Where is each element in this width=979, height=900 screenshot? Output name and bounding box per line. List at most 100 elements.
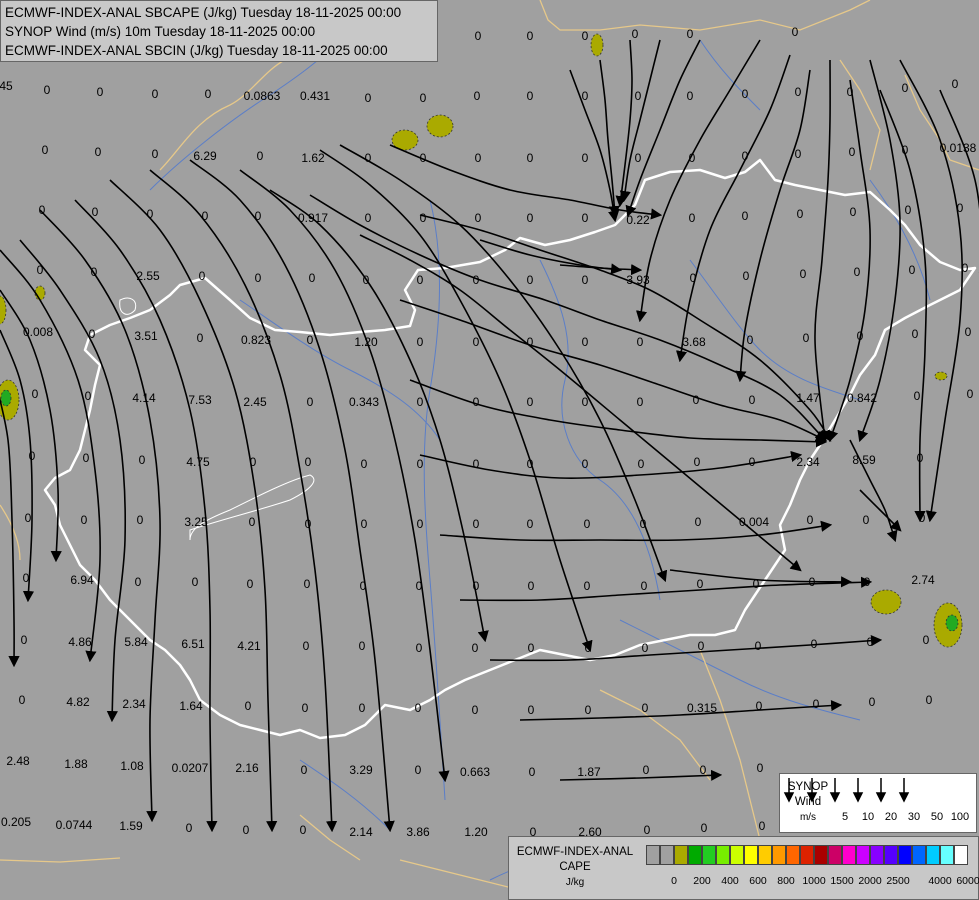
cape-value-label: 0	[585, 641, 592, 655]
cape-value-label: 3.51	[134, 329, 158, 343]
cape-value-label: 0	[89, 327, 96, 341]
cape-value-label: 0	[417, 395, 424, 409]
cape-value-label: 0	[202, 209, 209, 223]
cape-value-label: 0	[644, 823, 651, 837]
cape-value-label: 0	[416, 579, 423, 593]
cape-legend-swatch	[814, 845, 828, 865]
cape-value-label: 0	[695, 515, 702, 529]
cape-value-label: 0	[849, 145, 856, 159]
cape-value-label: 0	[803, 331, 810, 345]
cape-value-label: 0.663	[460, 765, 490, 779]
cape-value-label: 0	[92, 205, 99, 219]
cape-value-label: 0	[29, 449, 36, 463]
map-area[interactable]: 45 0 0 0 0 0.0863 0.431 0 0 0 0 0 0 0 0 0 0 0 0 0 0 0 0 0 0 0 0 0 6.…	[0, 0, 979, 900]
cape-value-label: 0	[529, 765, 536, 779]
cape-value-label: 0	[474, 89, 481, 103]
cape-value-label: 0	[864, 575, 871, 589]
cape-value-label: 0	[700, 763, 707, 777]
wind-legend-value: 30	[907, 811, 921, 823]
map-title-box: ECMWF-INDEX-ANAL SBCAPE (J/kg) Tuesday 1…	[0, 0, 438, 62]
cape-value-label: 0	[420, 91, 427, 105]
cape-value-label: 0	[582, 151, 589, 165]
cape-value-label: 0	[698, 639, 705, 653]
cape-value-label: 2.55	[136, 269, 160, 283]
cape-value-label: 0	[642, 701, 649, 715]
cape-value-label: 0	[473, 579, 480, 593]
cape-value-label: 4.21	[237, 639, 261, 653]
cape-value-label: 0	[365, 91, 372, 105]
cape-value-label: 0.343	[349, 395, 379, 409]
cape-value-label: 0	[135, 575, 142, 589]
cape-value-label: 0	[850, 205, 857, 219]
cape-value-label: 6.29	[193, 149, 217, 163]
cape-value-label: 0	[152, 147, 159, 161]
cape-value-label: 0	[307, 395, 314, 409]
wind-legend-value: 20	[884, 811, 898, 823]
cape-legend-tick: 2500	[886, 875, 910, 887]
cape-value-label: 0	[926, 693, 933, 707]
cape-value-label: 0	[472, 703, 479, 717]
cape-value-label: 0	[97, 85, 104, 99]
cape-value-label: 0	[420, 211, 427, 225]
wind-arrow-icon	[852, 792, 864, 803]
cape-legend-swatch	[800, 845, 814, 865]
cape-value-label: 1.59	[119, 819, 143, 833]
cape-value-label: 0	[528, 579, 535, 593]
cape-legend-tick: 600	[749, 875, 767, 887]
cape-value-label: 0	[309, 271, 316, 285]
cape-area	[945, 614, 959, 632]
cape-value-label: 0	[527, 29, 534, 43]
cape-value-label: 1.20	[354, 335, 378, 349]
cape-value-label: 0	[642, 641, 649, 655]
cape-value-label: 0	[923, 633, 930, 647]
cape-legend-tick: 0	[671, 875, 677, 887]
cape-value-label: 0	[473, 517, 480, 531]
cape-value-label: 0	[527, 457, 534, 471]
cape-value-label: 0	[747, 333, 754, 347]
cape-value-label: 0	[693, 393, 700, 407]
cape-value-label: 0	[584, 579, 591, 593]
cape-value-label: 0	[307, 333, 314, 347]
cape-value-label: 0	[91, 265, 98, 279]
cape-legend-swatch	[786, 845, 800, 865]
cape-value-label: 0	[582, 395, 589, 409]
cape-value-label: 0	[807, 513, 814, 527]
cape-legend-tick: 200	[693, 875, 711, 887]
cape-value-label: 3.68	[682, 335, 706, 349]
cape-value-label: 0	[755, 639, 762, 653]
cape-value-label: 0	[749, 455, 756, 469]
cape-value-label: 0	[800, 267, 807, 281]
cape-value-label: 0	[643, 763, 650, 777]
cape-value-label: 0.823	[241, 333, 271, 347]
cape-value-label: 0	[813, 697, 820, 711]
cape-value-label: 0	[582, 211, 589, 225]
wind-legend-value: 50	[930, 811, 944, 823]
cape-value-label: 0	[912, 327, 919, 341]
cape-value-label: 0	[139, 453, 146, 467]
wind-legend-arrows	[783, 778, 910, 803]
cape-legend-swatch	[758, 845, 772, 865]
cape-area	[426, 114, 454, 138]
cape-value-label: 0	[473, 273, 480, 287]
cape-value-label: 0	[759, 819, 766, 833]
cape-value-label: 1.08	[120, 759, 144, 773]
cape-value-label: 0	[582, 89, 589, 103]
cape-value-label: 0.0863	[244, 89, 281, 103]
cape-legend-swatch	[870, 845, 884, 865]
cape-legend-ticks: 0 200 400 600 800 1000 1500 2000 2500 4000 6000	[646, 875, 979, 889]
cape-value-label: 0	[475, 211, 482, 225]
cape-value-label: 0	[44, 83, 51, 97]
cape-legend-swatch	[730, 845, 744, 865]
cape-value-label: 0	[25, 511, 32, 525]
cape-value-label: 1.88	[64, 757, 88, 771]
cape-legend-tick: 1500	[830, 875, 854, 887]
title-line-sbcin: ECMWF-INDEX-ANAL SBCIN (J/kg) Tuesday 18…	[5, 43, 388, 58]
cape-value-label: 0	[584, 517, 591, 531]
cape-value-label: 0	[250, 455, 257, 469]
map-canvas: 45 0 0 0 0 0.0863 0.431 0 0 0 0 0 0 0 0 0 0 0 0 0 0 0 0 0 0 0 0 0 6.…	[0, 0, 979, 900]
cape-value-label: 0	[247, 577, 254, 591]
cape-value-label: 0	[914, 389, 921, 403]
wind-arrow-icon	[783, 792, 795, 803]
cape-value-label: 0	[635, 89, 642, 103]
cape-value-label: 0.917	[298, 211, 328, 225]
